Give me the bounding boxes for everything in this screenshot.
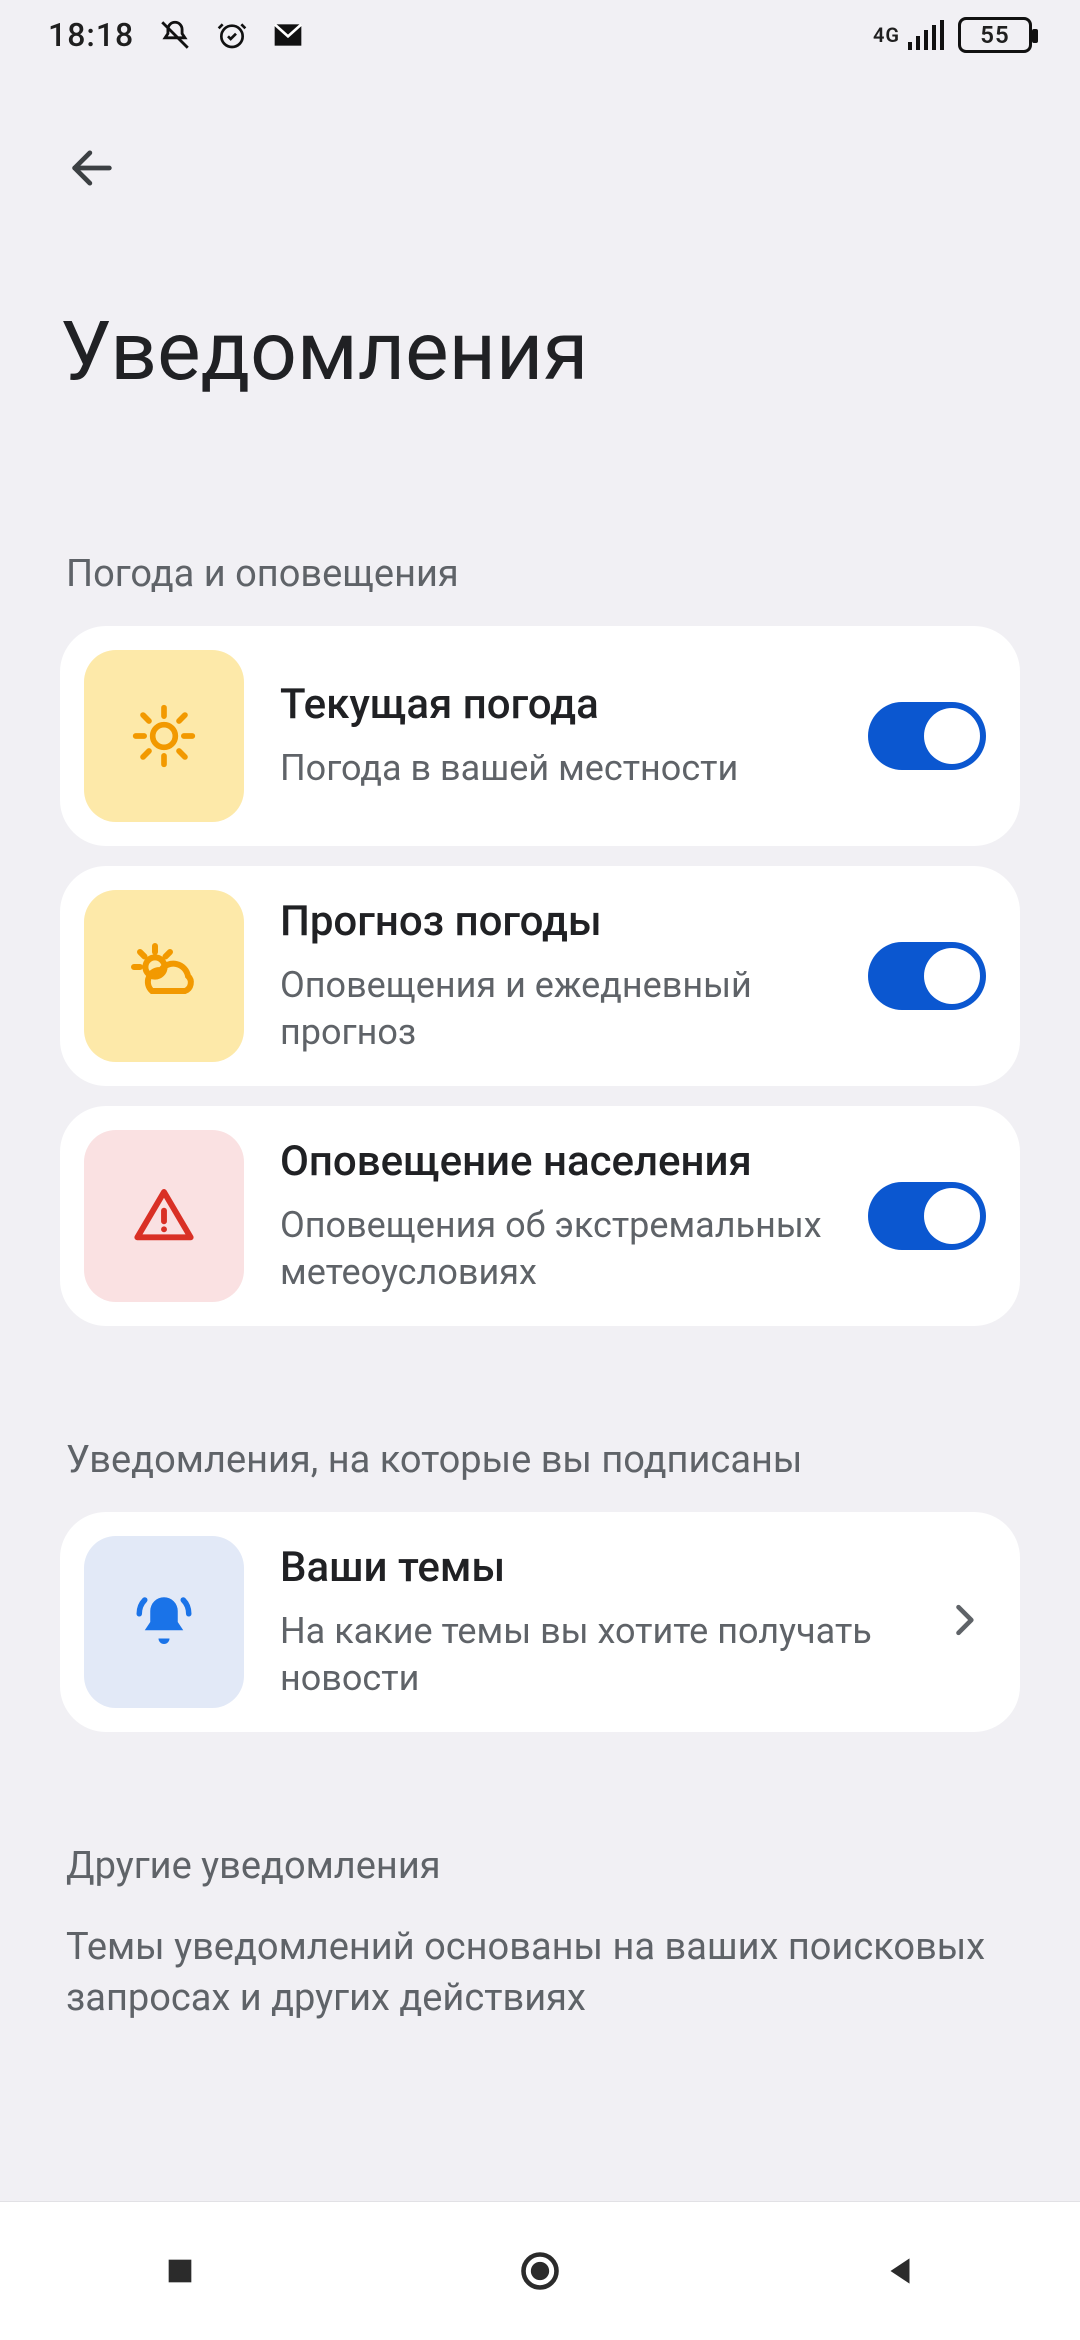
status-time: 18:18 bbox=[48, 16, 134, 54]
card-text: Прогноз погоды Оповещения и ежедневный п… bbox=[280, 897, 832, 1056]
card-title: Ваши темы bbox=[280, 1543, 906, 1592]
sun-icon bbox=[84, 650, 244, 822]
card-subtitle: Оповещения об экстремальных метеоусловия… bbox=[280, 1202, 832, 1296]
section-subscribed: Уведомления, на которые вы подписаны Ваш… bbox=[0, 1326, 1080, 1732]
network-type: 4G bbox=[873, 23, 900, 47]
section-title-subscribed: Уведомления, на которые вы подписаны bbox=[0, 1438, 1080, 1512]
back-button[interactable] bbox=[56, 132, 128, 204]
card-text: Оповещение населения Оповещения об экстр… bbox=[280, 1137, 832, 1296]
toggle-current-weather[interactable] bbox=[868, 702, 986, 770]
status-right: 4G 55 bbox=[873, 17, 1032, 53]
alarm-icon bbox=[216, 19, 248, 51]
card-title: Оповещение населения bbox=[280, 1137, 832, 1186]
signal-icon bbox=[908, 20, 944, 50]
status-bar: 18:18 4G bbox=[0, 0, 1080, 70]
nav-home-button[interactable] bbox=[460, 2221, 620, 2321]
battery-indicator: 55 bbox=[958, 17, 1032, 53]
card-list-weather: Текущая погода Погода в вашей местности … bbox=[0, 626, 1080, 1326]
card-title: Текущая погода bbox=[280, 680, 832, 729]
section-other: Другие уведомления Темы уведомлений осно… bbox=[0, 1732, 1080, 2055]
card-subtitle: Погода в вашей местности bbox=[280, 745, 832, 792]
battery-level: 55 bbox=[980, 21, 1009, 49]
card-list-subscribed: Ваши темы На какие темы вы хотите получа… bbox=[0, 1512, 1080, 1732]
card-text: Ваши темы На какие темы вы хотите получа… bbox=[280, 1543, 906, 1702]
card-title: Прогноз погоды bbox=[280, 897, 832, 946]
section-title-other: Другие уведомления bbox=[0, 1844, 1080, 1918]
card-text: Текущая погода Погода в вашей местности bbox=[280, 680, 832, 792]
mail-icon bbox=[272, 19, 304, 51]
system-nav-bar bbox=[0, 2202, 1080, 2340]
nav-back-button[interactable] bbox=[820, 2221, 980, 2321]
card-public-alert[interactable]: Оповещение населения Оповещения об экстр… bbox=[60, 1106, 1020, 1326]
card-current-weather[interactable]: Текущая погода Погода в вашей местности bbox=[60, 626, 1020, 846]
toggle-public-alert[interactable] bbox=[868, 1182, 986, 1250]
toggle-forecast[interactable] bbox=[868, 942, 986, 1010]
section-title-weather: Погода и оповещения bbox=[0, 552, 1080, 626]
section-weather: Погода и оповещения Текущая погода Погод… bbox=[0, 400, 1080, 1326]
card-your-topics[interactable]: Ваши темы На какие темы вы хотите получа… bbox=[60, 1512, 1020, 1732]
card-subtitle: Оповещения и ежедневный прогноз bbox=[280, 962, 832, 1056]
card-subtitle: На какие темы вы хотите получать новости bbox=[280, 1608, 906, 1702]
mute-icon bbox=[158, 18, 192, 52]
status-left: 18:18 bbox=[48, 16, 304, 54]
arrow-left-icon bbox=[66, 142, 118, 194]
page-title: Уведомления bbox=[0, 204, 1080, 400]
card-forecast[interactable]: Прогноз погоды Оповещения и ежедневный п… bbox=[60, 866, 1020, 1086]
nav-recent-button[interactable] bbox=[100, 2221, 260, 2321]
header bbox=[0, 70, 1080, 204]
chevron-right-icon bbox=[942, 1598, 986, 1646]
bell-icon bbox=[84, 1536, 244, 1708]
partly-cloudy-icon bbox=[84, 890, 244, 1062]
section-description-other: Темы уведомлений основаны на ваших поиск… bbox=[0, 1918, 1080, 2055]
alert-triangle-icon bbox=[84, 1130, 244, 1302]
